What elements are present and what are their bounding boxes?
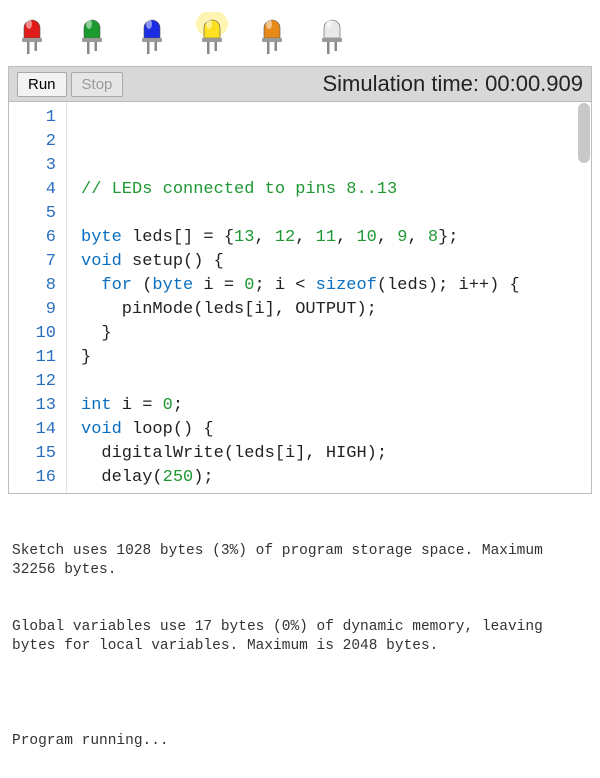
- scrollbar-vertical[interactable]: [578, 103, 590, 163]
- line-number: 5: [9, 202, 56, 226]
- line-gutter: 12345678910111213141516: [9, 102, 67, 493]
- console-line: Sketch uses 1028 bytes (3%) of program s…: [12, 542, 588, 580]
- line-number: 10: [9, 322, 56, 346]
- line-number: 6: [9, 226, 56, 250]
- toolbar: Run Stop Simulation time: 00:00.909: [8, 66, 592, 102]
- line-number: 2: [9, 130, 56, 154]
- code-line[interactable]: int i = 0;: [81, 394, 591, 418]
- stop-button[interactable]: Stop: [71, 72, 124, 97]
- console-line: Program running...: [12, 732, 588, 751]
- console-line: Global variables use 17 bytes (0%) of dy…: [12, 618, 588, 656]
- line-number: 11: [9, 346, 56, 370]
- code-line[interactable]: digitalWrite(leds[i], LOW);: [81, 490, 591, 493]
- line-number: 16: [9, 466, 56, 490]
- line-number: 12: [9, 370, 56, 394]
- code-line[interactable]: delay(250);: [81, 466, 591, 490]
- led-yellow: [196, 12, 228, 56]
- line-number: 7: [9, 250, 56, 274]
- sim-time-value: 00:00.909: [485, 71, 583, 96]
- code-line[interactable]: void loop() {: [81, 418, 591, 442]
- led-blue: [136, 12, 168, 56]
- code-line[interactable]: }: [81, 322, 591, 346]
- code-line[interactable]: for (byte i = 0; i < sizeof(leds); i++) …: [81, 274, 591, 298]
- line-number: 13: [9, 394, 56, 418]
- line-number: 8: [9, 274, 56, 298]
- code-line[interactable]: [81, 370, 591, 394]
- code-editor[interactable]: 12345678910111213141516 // LEDs connecte…: [8, 102, 592, 494]
- line-number: 15: [9, 442, 56, 466]
- code-line[interactable]: void setup() {: [81, 250, 591, 274]
- led-orange: [256, 12, 288, 56]
- code-line[interactable]: pinMode(leds[i], OUTPUT);: [81, 298, 591, 322]
- code-line[interactable]: byte leds[] = {13, 12, 11, 10, 9, 8};: [81, 226, 591, 250]
- run-button[interactable]: Run: [17, 72, 67, 97]
- line-number: 1: [9, 106, 56, 130]
- line-number: 14: [9, 418, 56, 442]
- led-green: [76, 12, 108, 56]
- code-area[interactable]: // LEDs connected to pins 8..13 byte leds…: [67, 102, 591, 493]
- line-number: 3: [9, 154, 56, 178]
- led-red: [16, 12, 48, 56]
- simulation-time: Simulation time: 00:00.909: [323, 71, 584, 97]
- code-line[interactable]: }: [81, 346, 591, 370]
- sim-time-label: Simulation time:: [323, 71, 486, 96]
- console-output: Sketch uses 1028 bytes (3%) of program s…: [8, 494, 592, 770]
- led-white: [316, 12, 348, 56]
- code-line[interactable]: digitalWrite(leds[i], HIGH);: [81, 442, 591, 466]
- code-line[interactable]: [81, 202, 591, 226]
- led-row: [8, 8, 592, 66]
- line-number: 9: [9, 298, 56, 322]
- code-line[interactable]: // LEDs connected to pins 8..13: [81, 178, 591, 202]
- line-number: 4: [9, 178, 56, 202]
